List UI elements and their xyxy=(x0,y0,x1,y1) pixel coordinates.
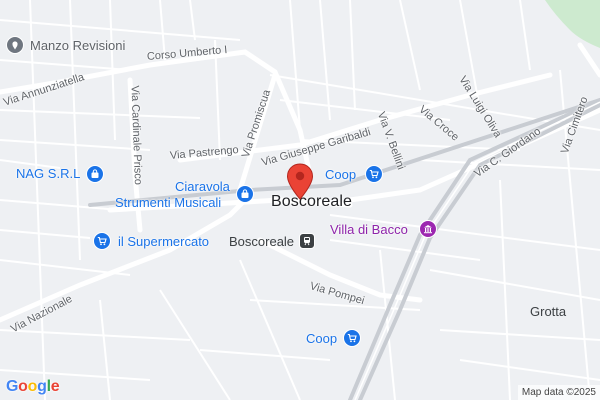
area-label-grotta: Grotta xyxy=(530,304,567,319)
poi-label-il-supermercato[interactable]: il Supermercato xyxy=(118,235,209,248)
logo-letter-g1: G xyxy=(6,378,19,395)
poi-label-coop-south[interactable]: Coop xyxy=(306,332,337,345)
logo-letter-g2: g xyxy=(37,378,47,395)
location-marker-icon[interactable] xyxy=(286,163,314,201)
poi-label-nag[interactable]: NAG S.R.L xyxy=(16,167,80,180)
shopping-cart-icon[interactable] xyxy=(93,232,111,250)
park-area xyxy=(545,0,600,48)
museum-icon[interactable] xyxy=(419,220,437,238)
poi-label-manzo-revisioni[interactable]: Manzo Revisioni xyxy=(30,39,125,52)
poi-label-coop-north[interactable]: Coop xyxy=(325,168,356,181)
map-attribution[interactable]: Map data ©2025 xyxy=(517,385,600,400)
place-pin-icon[interactable] xyxy=(6,36,24,54)
logo-letter-o1: o xyxy=(18,378,28,395)
poi-label-ciaravola-line2[interactable]: Strumenti Musicali xyxy=(115,196,221,209)
logo-letter-o2: o xyxy=(27,378,38,395)
poi-label-ciaravola-line1[interactable]: Ciaravola xyxy=(175,180,230,193)
google-logo: Google xyxy=(6,378,60,396)
shopping-cart-icon[interactable] xyxy=(343,329,361,347)
train-station-icon[interactable] xyxy=(299,233,315,249)
shopping-cart-icon[interactable] xyxy=(365,165,383,183)
shopping-bag-icon[interactable] xyxy=(86,165,104,183)
map-view[interactable]: Corso Umberto I Via Annunziatella Via Pr… xyxy=(0,0,600,400)
logo-letter-e: e xyxy=(50,378,60,395)
street-label-via-cardinale-prisco: Via Cardinale Prisco xyxy=(128,85,144,186)
poi-label-villa-di-bacco[interactable]: Villa di Bacco xyxy=(330,223,408,236)
shopping-bag-icon[interactable] xyxy=(236,185,254,203)
station-label[interactable]: Boscoreale xyxy=(229,235,294,248)
